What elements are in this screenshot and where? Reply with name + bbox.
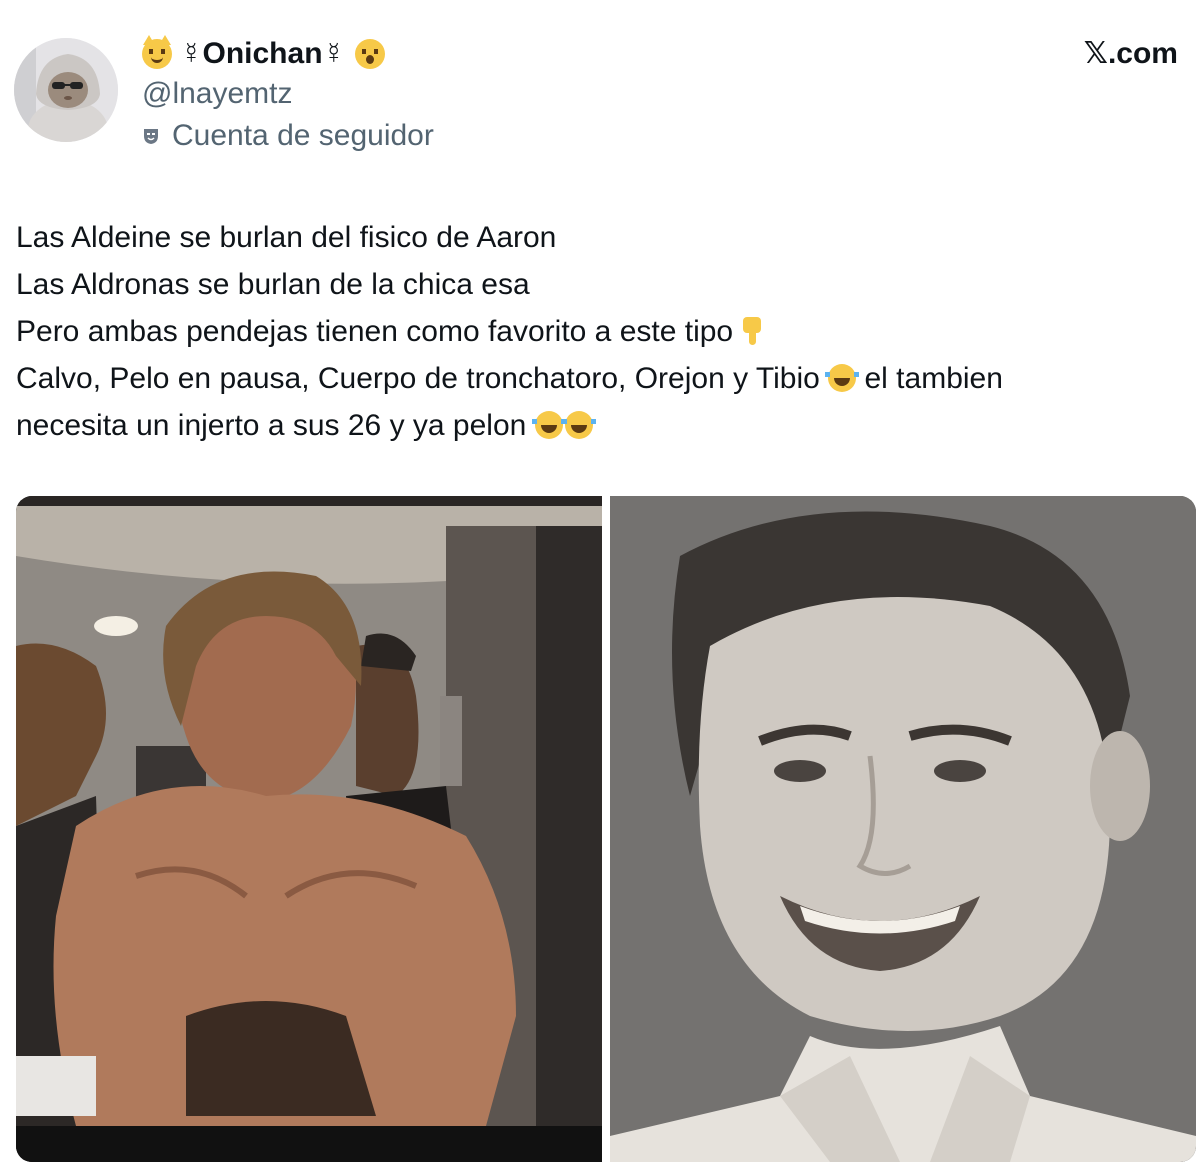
media-grid: [16, 496, 1196, 1162]
screaming-cat-icon: [355, 39, 386, 69]
avatar[interactable]: [14, 38, 118, 142]
avatar-cat-hoodie-image: [14, 38, 118, 142]
tweet-line-text: Pero ambas pendejas tienen como favorito…: [16, 315, 734, 348]
display-name-row[interactable]: ☿Onichan☿: [142, 34, 386, 74]
display-name[interactable]: ☿Onichan☿: [180, 34, 345, 74]
follower-account-text: Cuenta de seguidor: [172, 119, 434, 152]
x-com-logo: 𝕏.com: [1083, 37, 1178, 70]
media-image-left[interactable]: [16, 496, 602, 1162]
laughing-icon: [561, 411, 596, 439]
tweet-line-text: necesita un injerto a sus 26 y ya pelon: [16, 409, 527, 442]
theater-masks-icon: [144, 129, 158, 144]
tweet-line: necesita un injerto a sus 26 y ya pelon: [16, 402, 1186, 449]
tweet-line: Calvo, Pelo en pausa, Cuerpo de tronchat…: [16, 355, 1186, 402]
user-handle[interactable]: @lnayemtz: [142, 76, 293, 112]
tweet-text: Las Aldeine se burlan del fisico de Aaro…: [16, 214, 1186, 449]
laughing-icon: [825, 364, 860, 392]
tweet-line-text: el tambien: [864, 362, 1003, 395]
media-image-right[interactable]: [610, 496, 1196, 1162]
tweet-line-text: Calvo, Pelo en pausa, Cuerpo de tronchat…: [16, 362, 820, 395]
shirtless-man-photo: [16, 496, 602, 1162]
tweet-line: Pero ambas pendejas tienen como favorito…: [16, 308, 1186, 355]
follower-account-label: Cuenta de seguidor: [142, 118, 434, 154]
tweet-line: Las Aldronas se burlan de la chica esa: [16, 268, 530, 301]
tweet-line: Las Aldeine se burlan del fisico de Aaro…: [16, 221, 557, 254]
smiling-man-portrait: [610, 496, 1196, 1162]
pointing-down-icon: [743, 317, 762, 345]
laughing-icon: [531, 411, 566, 439]
smiling-cat-icon: [142, 35, 172, 69]
tweet-card: ☿Onichan☿ @lnayemtz Cuenta de seguidor 𝕏…: [0, 0, 1200, 1174]
